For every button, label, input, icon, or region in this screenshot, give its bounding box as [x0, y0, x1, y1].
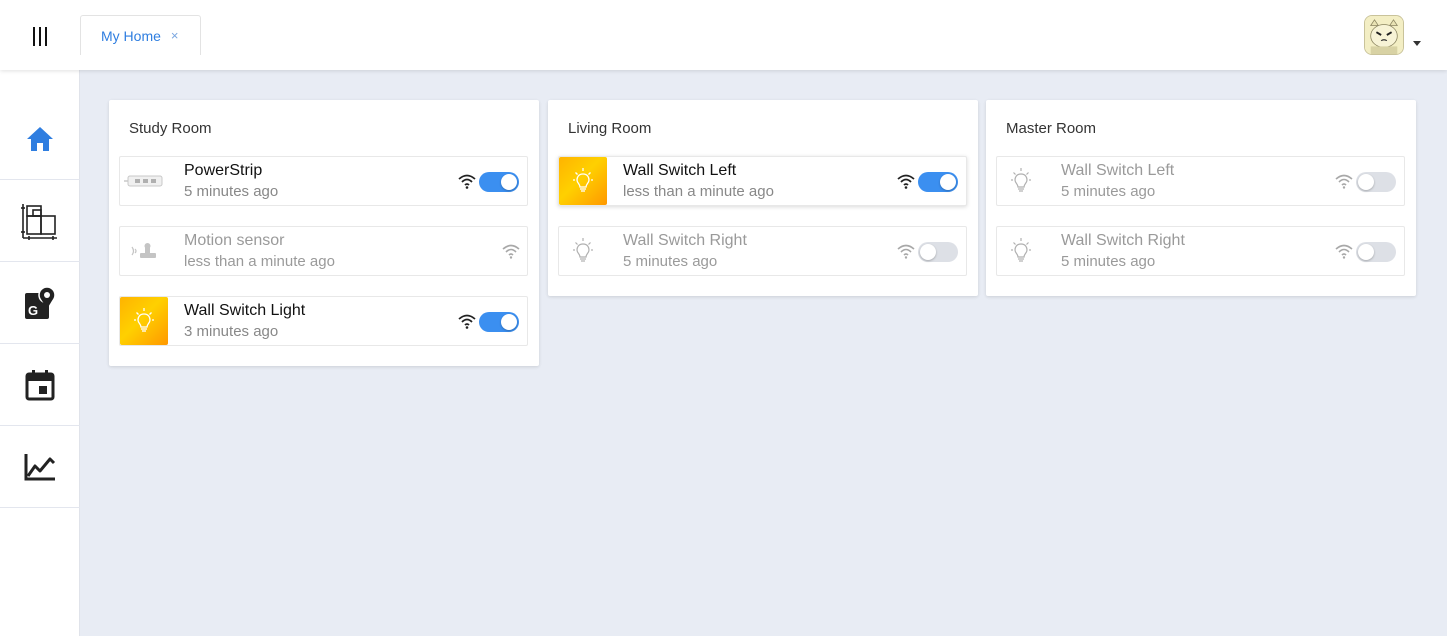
- device-last-seen: 5 minutes ago: [1061, 253, 1156, 270]
- device-wall-switch-left[interactable]: Wall Switch Left 5 minutes ago: [996, 156, 1405, 206]
- device-powerstrip[interactable]: PowerStrip 5 minutes ago: [119, 156, 528, 206]
- device-wall-switch-left[interactable]: Wall Switch Left less than a minute ago: [558, 156, 967, 206]
- powerstrip-icon: [120, 157, 168, 205]
- home-icon: [27, 126, 53, 151]
- sidebar-item-map[interactable]: G: [0, 262, 80, 344]
- menu-button[interactable]: [22, 18, 58, 54]
- bulb-off-icon: [559, 227, 607, 275]
- wifi-offline-icon: [897, 244, 915, 259]
- room-title: Master Room: [1006, 120, 1097, 137]
- user-avatar-icon: [1365, 16, 1403, 54]
- power-toggle[interactable]: [918, 172, 958, 192]
- power-toggle[interactable]: [1356, 242, 1396, 262]
- chart-line-icon: [24, 453, 56, 480]
- device-name: Wall Switch Right: [623, 232, 747, 249]
- device-name: Wall Switch Left: [623, 162, 737, 179]
- device-last-seen: less than a minute ago: [623, 183, 774, 200]
- device-last-seen: 5 minutes ago: [1061, 183, 1156, 200]
- device-name: Wall Switch Light: [184, 302, 306, 319]
- sidebar: G: [0, 70, 80, 636]
- avatar[interactable]: [1364, 15, 1404, 55]
- avatar-dropdown-caret-icon[interactable]: [1413, 41, 1421, 46]
- room-title: Study Room: [129, 120, 212, 137]
- tab-close-icon[interactable]: ×: [171, 28, 179, 43]
- room-card-study: Study Room PowerStrip 5 minutes ago Moti…: [109, 100, 539, 366]
- device-wall-switch-right[interactable]: Wall Switch Right 5 minutes ago: [558, 226, 967, 276]
- device-motion-sensor[interactable]: Motion sensor less than a minute ago: [119, 226, 528, 276]
- sidebar-item-calendar[interactable]: [0, 344, 80, 426]
- bulb-on-icon: [559, 157, 607, 205]
- svg-text:G: G: [28, 303, 38, 318]
- bulb-off-icon: [997, 157, 1045, 205]
- wifi-offline-icon: [502, 244, 520, 259]
- device-last-seen: 5 minutes ago: [623, 253, 718, 270]
- wifi-icon: [458, 174, 476, 189]
- room-card-master: Master Room Wall Switch Left 5 minutes a…: [986, 100, 1416, 296]
- device-name: Wall Switch Right: [1061, 232, 1185, 249]
- device-wall-switch-right[interactable]: Wall Switch Right 5 minutes ago: [996, 226, 1405, 276]
- motion-sensor-icon: [120, 227, 168, 275]
- device-name: Wall Switch Left: [1061, 162, 1175, 179]
- tab-label: My Home: [101, 27, 161, 44]
- floorplan-icon: [21, 203, 57, 240]
- device-last-seen: less than a minute ago: [184, 253, 335, 270]
- power-toggle[interactable]: [479, 172, 519, 192]
- device-wall-switch-light[interactable]: Wall Switch Light 3 minutes ago: [119, 296, 528, 346]
- tab-my-home[interactable]: My Home ×: [80, 15, 201, 55]
- power-toggle[interactable]: [918, 242, 958, 262]
- room-title: Living Room: [568, 120, 652, 137]
- top-bar: My Home ×: [0, 0, 1447, 70]
- bulb-on-icon: [120, 297, 168, 345]
- device-last-seen: 3 minutes ago: [184, 323, 279, 340]
- power-toggle[interactable]: [479, 312, 519, 332]
- device-name: PowerStrip: [184, 162, 263, 179]
- map-location-icon: G: [25, 285, 56, 319]
- power-toggle[interactable]: [1356, 172, 1396, 192]
- wifi-offline-icon: [1335, 244, 1353, 259]
- room-card-living: Living Room Wall Switch Left less than a…: [548, 100, 978, 296]
- calendar-icon: [25, 369, 55, 400]
- sidebar-item-analytics[interactable]: [0, 426, 80, 508]
- bulb-off-icon: [997, 227, 1045, 275]
- device-name: Motion sensor: [184, 232, 285, 249]
- device-last-seen: 5 minutes ago: [184, 183, 279, 200]
- sidebar-item-floorplan[interactable]: [0, 180, 80, 262]
- menu-icon: [33, 26, 47, 46]
- wifi-icon: [458, 314, 476, 329]
- sidebar-item-home[interactable]: [0, 98, 80, 180]
- wifi-offline-icon: [1335, 174, 1353, 189]
- wifi-icon: [897, 174, 915, 189]
